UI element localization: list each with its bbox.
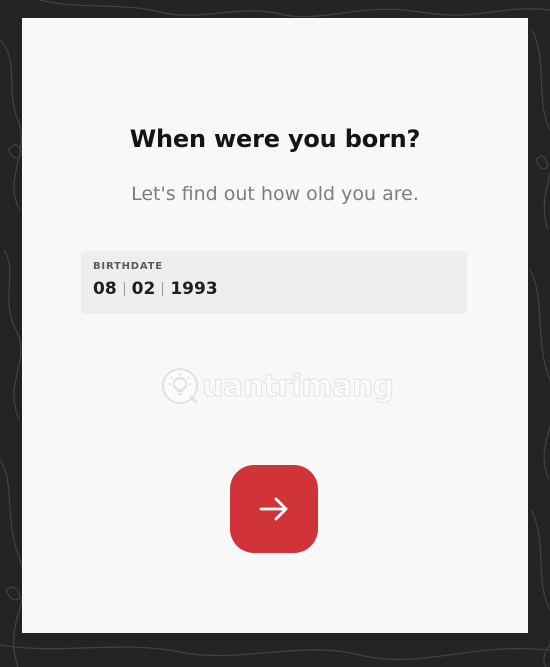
next-button[interactable] — [230, 465, 318, 553]
birthdate-card: When were you born? Let's find out how o… — [22, 18, 528, 633]
watermark-text: uantrimang — [202, 368, 395, 404]
arrow-right-icon — [259, 497, 288, 521]
birthdate-month-input[interactable]: 08 — [93, 278, 117, 300]
birthdate-segments: 08 02 1993 — [93, 278, 455, 300]
segment-divider — [162, 282, 164, 296]
lightbulb-logo-icon — [162, 368, 198, 404]
birthdate-label: BIRTHDATE — [93, 261, 163, 272]
segment-divider — [123, 282, 125, 296]
birthdate-day-input[interactable]: 02 — [132, 278, 156, 300]
birthdate-field[interactable]: BIRTHDATE 08 02 1993 — [81, 251, 467, 314]
birthdate-year-input[interactable]: 1993 — [170, 278, 217, 300]
page-subtitle: Let's find out how old you are. — [131, 183, 419, 205]
page-title: When were you born? — [129, 125, 421, 153]
watermark: uantrimang — [160, 364, 395, 408]
